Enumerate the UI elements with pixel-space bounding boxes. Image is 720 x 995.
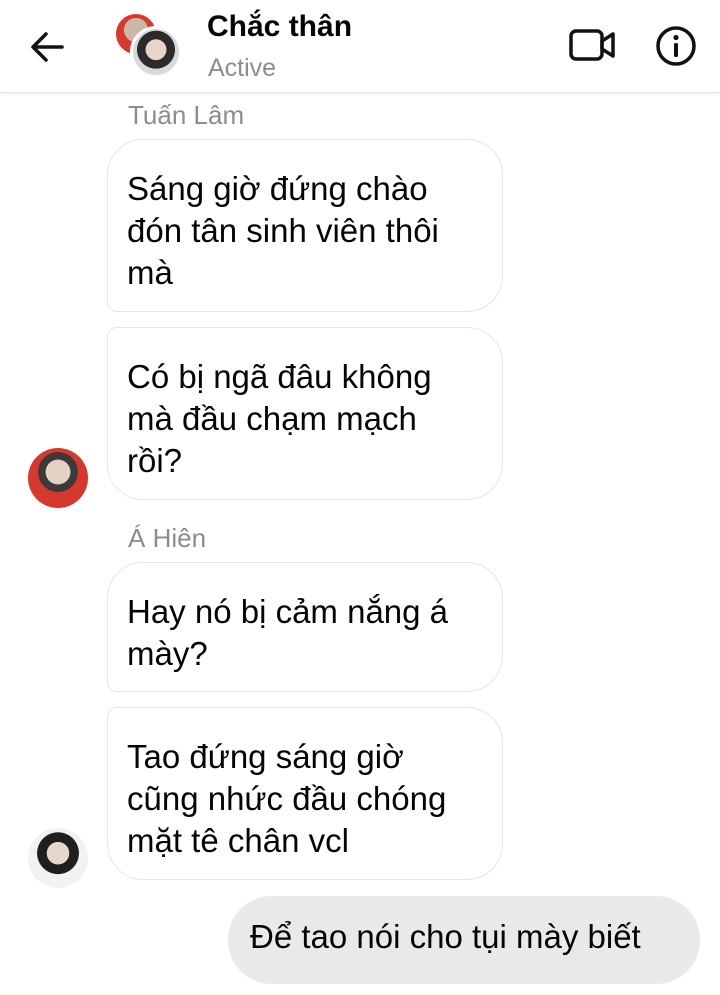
message-line: mà đầu chạm mạch <box>127 400 417 437</box>
sender-name: Tuấn Lâm <box>128 100 245 130</box>
outgoing-message-bubble[interactable]: Để tao nói cho tụi mày biết <box>228 896 700 984</box>
message-line: Hay nó bị cảm nắng á <box>127 593 449 630</box>
message-line: rồi? <box>127 442 183 479</box>
message-line: mặt tê chân vcl <box>127 822 349 859</box>
group-avatar[interactable] <box>116 14 182 78</box>
message-line: mà <box>127 254 173 291</box>
message-line: mày? <box>127 635 208 672</box>
message-line: Sáng giờ đứng chào <box>127 170 428 207</box>
avatar-tuan-lam[interactable] <box>28 448 88 508</box>
info-button[interactable] <box>654 24 698 68</box>
chat-status: Active <box>208 54 277 82</box>
message-line: đón tân sinh viên thôi <box>127 212 439 249</box>
arrow-left-icon <box>31 32 64 62</box>
message-line: Tao đứng sáng giờ <box>127 738 404 775</box>
back-button[interactable] <box>26 26 68 68</box>
message-bubble[interactable]: Có bị ngã đâu không mà đầu chạm mạch rồi… <box>107 327 503 500</box>
message-line: Có bị ngã đâu không <box>127 358 432 395</box>
message-bubble[interactable]: Sáng giờ đứng chào đón tân sinh viên thô… <box>107 139 503 312</box>
message-bubble[interactable]: Tao đứng sáng giờ cũng nhức đầu chóng mặ… <box>107 707 503 880</box>
chat-header: Chắc thân Active <box>0 0 720 93</box>
info-icon <box>656 26 696 66</box>
video-camera-icon <box>569 29 615 61</box>
sender-name: Á Hiên <box>128 523 207 553</box>
message-bubble[interactable]: Hay nó bị cảm nắng á mày? <box>107 562 503 692</box>
message-line: Để tao nói cho tụi mày biết <box>250 918 641 955</box>
chat-title[interactable]: Chắc thân <box>207 10 352 44</box>
message-line: cũng nhức đầu chóng <box>127 780 447 817</box>
avatar-a-hien[interactable] <box>28 828 88 888</box>
video-call-button[interactable] <box>568 24 618 66</box>
avatar-member-2 <box>130 26 182 78</box>
